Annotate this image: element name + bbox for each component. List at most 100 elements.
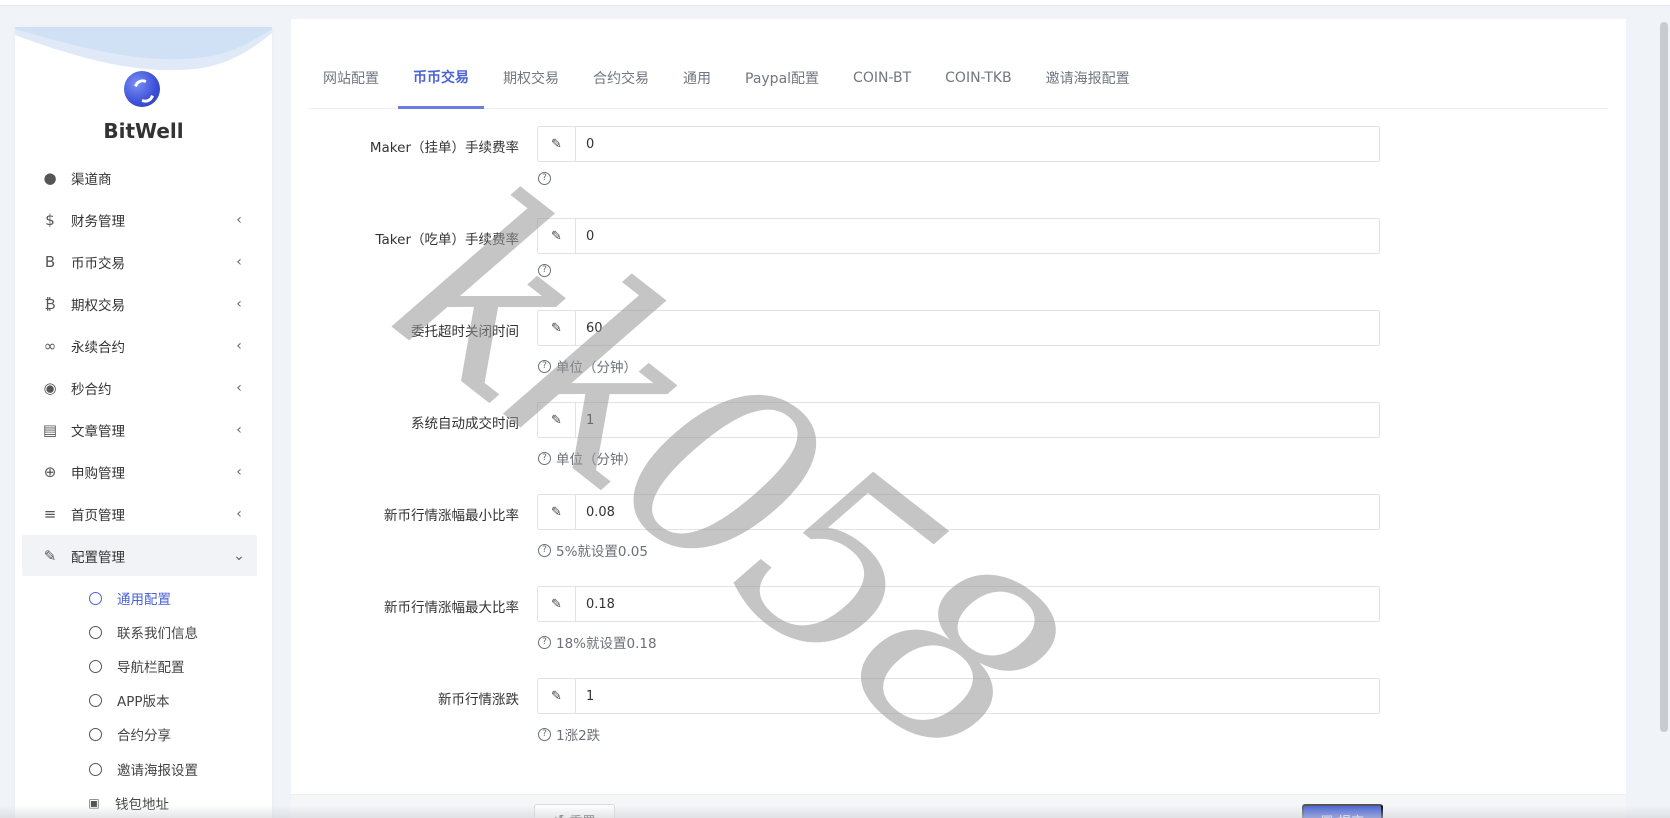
tab-8[interactable]: COIN-TKB <box>930 47 1027 109</box>
sidebar-item-9[interactable]: ≡ 首页管理 ‹ <box>22 493 257 534</box>
question-circle-icon: ? <box>538 727 551 741</box>
money-icon: ▣ <box>88 796 100 810</box>
question-circle-icon: ? <box>538 543 551 557</box>
field-input[interactable]: 0.08 <box>576 495 1379 529</box>
chevron-left-icon: ‹ <box>236 211 242 228</box>
page-scrollbar[interactable] <box>1660 22 1668 732</box>
sidebar-subitem-4[interactable]: APP版本 <box>22 683 257 717</box>
field-input-group: ✎ 60 <box>537 310 1380 346</box>
tab-5[interactable]: 通用 <box>668 47 726 109</box>
sidebar-item-4[interactable]: ₿ 期权交易 ‹ <box>22 283 257 324</box>
tab-7[interactable]: COIN-BT <box>838 47 926 109</box>
field-input-group: ✎ 0 <box>537 126 1380 162</box>
sidebar-item-1[interactable]: ● 渠道商 <box>22 157 257 198</box>
question-circle-icon: ? <box>538 635 551 649</box>
question-circle-icon: ? <box>538 451 551 465</box>
sidebar-subitem-2[interactable]: 联系我们信息 <box>22 615 257 649</box>
bars-icon: ≡ <box>43 504 57 523</box>
sidebar-item-7[interactable]: ▤ 文章管理 ‹ <box>22 409 257 450</box>
sidebar-subitem-label: 钱包地址 <box>115 797 169 813</box>
field-input[interactable]: 0.18 <box>576 587 1379 621</box>
submit-button[interactable]: ▣ 提交 <box>1302 804 1383 818</box>
field-input[interactable]: 60 <box>576 311 1379 345</box>
bold-b-icon: B <box>44 252 56 271</box>
field-input[interactable]: 0 <box>576 219 1379 253</box>
reset-icon: ↺ <box>554 812 565 818</box>
sidebar-item-label: 币币交易 <box>71 255 125 272</box>
sidebar: BitWell ● 渠道商 $ 财务管理 ‹ B 币币交易 ‹ ₿ 期权交易 ‹ ∞ 永续合约 ‹ ◉ 秒合约… <box>15 27 272 818</box>
config-card: 网站配置 币币交易 期权交易 合约交易 通用 Paypal配置 COIN-BT COIN-TK… <box>291 19 1626 818</box>
field-hint: ? 单位（分钟） <box>538 356 637 376</box>
pencil-icon: ✎ <box>538 311 576 345</box>
top-bar <box>0 0 1670 6</box>
sidebar-subitem-5[interactable]: 合约分享 <box>22 717 257 751</box>
sidebar-item-10[interactable]: ✎ 配置管理 ⌄ <box>22 535 257 576</box>
sidebar-subitem-1[interactable]: 通用配置 <box>22 581 257 615</box>
pencil-icon: ✎ <box>538 587 576 621</box>
sidebar-item-3[interactable]: B 币币交易 ‹ <box>22 241 257 282</box>
field-input[interactable]: 0 <box>576 127 1379 161</box>
sidebar-item-label: 渠道商 <box>71 171 112 188</box>
pencil-icon: ✎ <box>538 679 576 713</box>
chevron-left-icon: ‹ <box>236 421 242 438</box>
field-label: 系统自动成交时间 <box>411 416 519 432</box>
circle-icon <box>89 659 102 673</box>
dollar-icon: $ <box>45 210 55 229</box>
sidebar-item-label: 文章管理 <box>71 423 125 440</box>
brand-name: BitWell <box>103 119 184 143</box>
field-label: 新币行情涨幅最大比率 <box>384 600 519 616</box>
sidebar-subitem-3[interactable]: 导航栏配置 <box>22 649 257 683</box>
tab-9[interactable]: 邀请海报配置 <box>1031 47 1145 109</box>
sidebar-item-label: 申购管理 <box>71 465 125 482</box>
tab-6[interactable]: Paypal配置 <box>730 47 834 109</box>
wrench-icon: ✎ <box>43 546 57 565</box>
field-input[interactable]: 1 <box>576 403 1379 437</box>
field-label: Taker（吃单）手续费率 <box>375 232 519 248</box>
sidebar-item-2[interactable]: $ 财务管理 ‹ <box>22 199 257 240</box>
sidebar-item-label: 期权交易 <box>71 297 125 314</box>
circle-icon <box>89 727 102 741</box>
chevron-left-icon: ‹ <box>236 295 242 312</box>
submit-button-label: 提交 <box>1338 811 1364 818</box>
dot-circle-icon: ◉ <box>43 378 57 397</box>
sidebar-item-6[interactable]: ◉ 秒合约 ‹ <box>22 367 257 408</box>
tab-2[interactable]: 币币交易 <box>398 47 484 109</box>
field-label: 新币行情涨跌 <box>438 692 519 708</box>
field-hint-text: 5%就设置0.05 <box>556 544 648 560</box>
question-circle-icon: ? <box>538 359 551 373</box>
question-circle-icon: ? <box>538 264 551 277</box>
pencil-icon: ✎ <box>538 495 576 529</box>
field-hint: ? 5%就设置0.05 <box>538 540 648 560</box>
tab-4[interactable]: 合约交易 <box>578 47 664 109</box>
sidebar-subitem-label: APP版本 <box>117 694 170 710</box>
sidebar-item-label: 配置管理 <box>71 549 125 566</box>
field-input-group: ✎ 0.18 <box>537 586 1380 622</box>
sidebar-item-8[interactable]: ⊕ 申购管理 ‹ <box>22 451 257 492</box>
chevron-left-icon: ‹ <box>236 337 242 354</box>
sidebar-subitem-6[interactable]: 邀请海报设置 <box>22 752 257 786</box>
field-hint-text: 1涨2跌 <box>556 728 601 744</box>
chevron-left-icon: ‹ <box>236 253 242 270</box>
chevron-left-icon: ‹ <box>236 505 242 522</box>
reset-button[interactable]: ↺ 重置 <box>534 804 615 818</box>
field-label: 委托超时关闭时间 <box>411 324 519 340</box>
sidebar-subitem-wallet[interactable]: ▣ 钱包地址 <box>22 786 257 818</box>
field-input[interactable]: 1 <box>576 679 1379 713</box>
sidebar-item-label: 财务管理 <box>71 213 125 230</box>
field-input-group: ✎ 1 <box>537 402 1380 438</box>
user-circle-icon: ● <box>43 168 57 187</box>
circle-icon <box>89 762 102 776</box>
field-label: Maker（挂单）手续费率 <box>369 140 519 156</box>
sidebar-subitem-label: 导航栏配置 <box>117 660 185 676</box>
newspaper-icon: ▤ <box>42 420 58 439</box>
tab-1[interactable]: 网站配置 <box>308 47 394 109</box>
chevron-left-icon: ‹ <box>236 379 242 396</box>
save-icon: ▣ <box>1321 812 1333 818</box>
circle-icon <box>89 693 102 707</box>
field-input-group: ✎ 0 <box>537 218 1380 254</box>
field-hint: ? 单位（分钟） <box>538 448 637 468</box>
form-footer: ↺ 重置 ▣ 提交 <box>291 794 1626 818</box>
tab-3[interactable]: 期权交易 <box>488 47 574 109</box>
sidebar-item-5[interactable]: ∞ 永续合约 ‹ <box>22 325 257 366</box>
field-input-group: ✎ 1 <box>537 678 1380 714</box>
